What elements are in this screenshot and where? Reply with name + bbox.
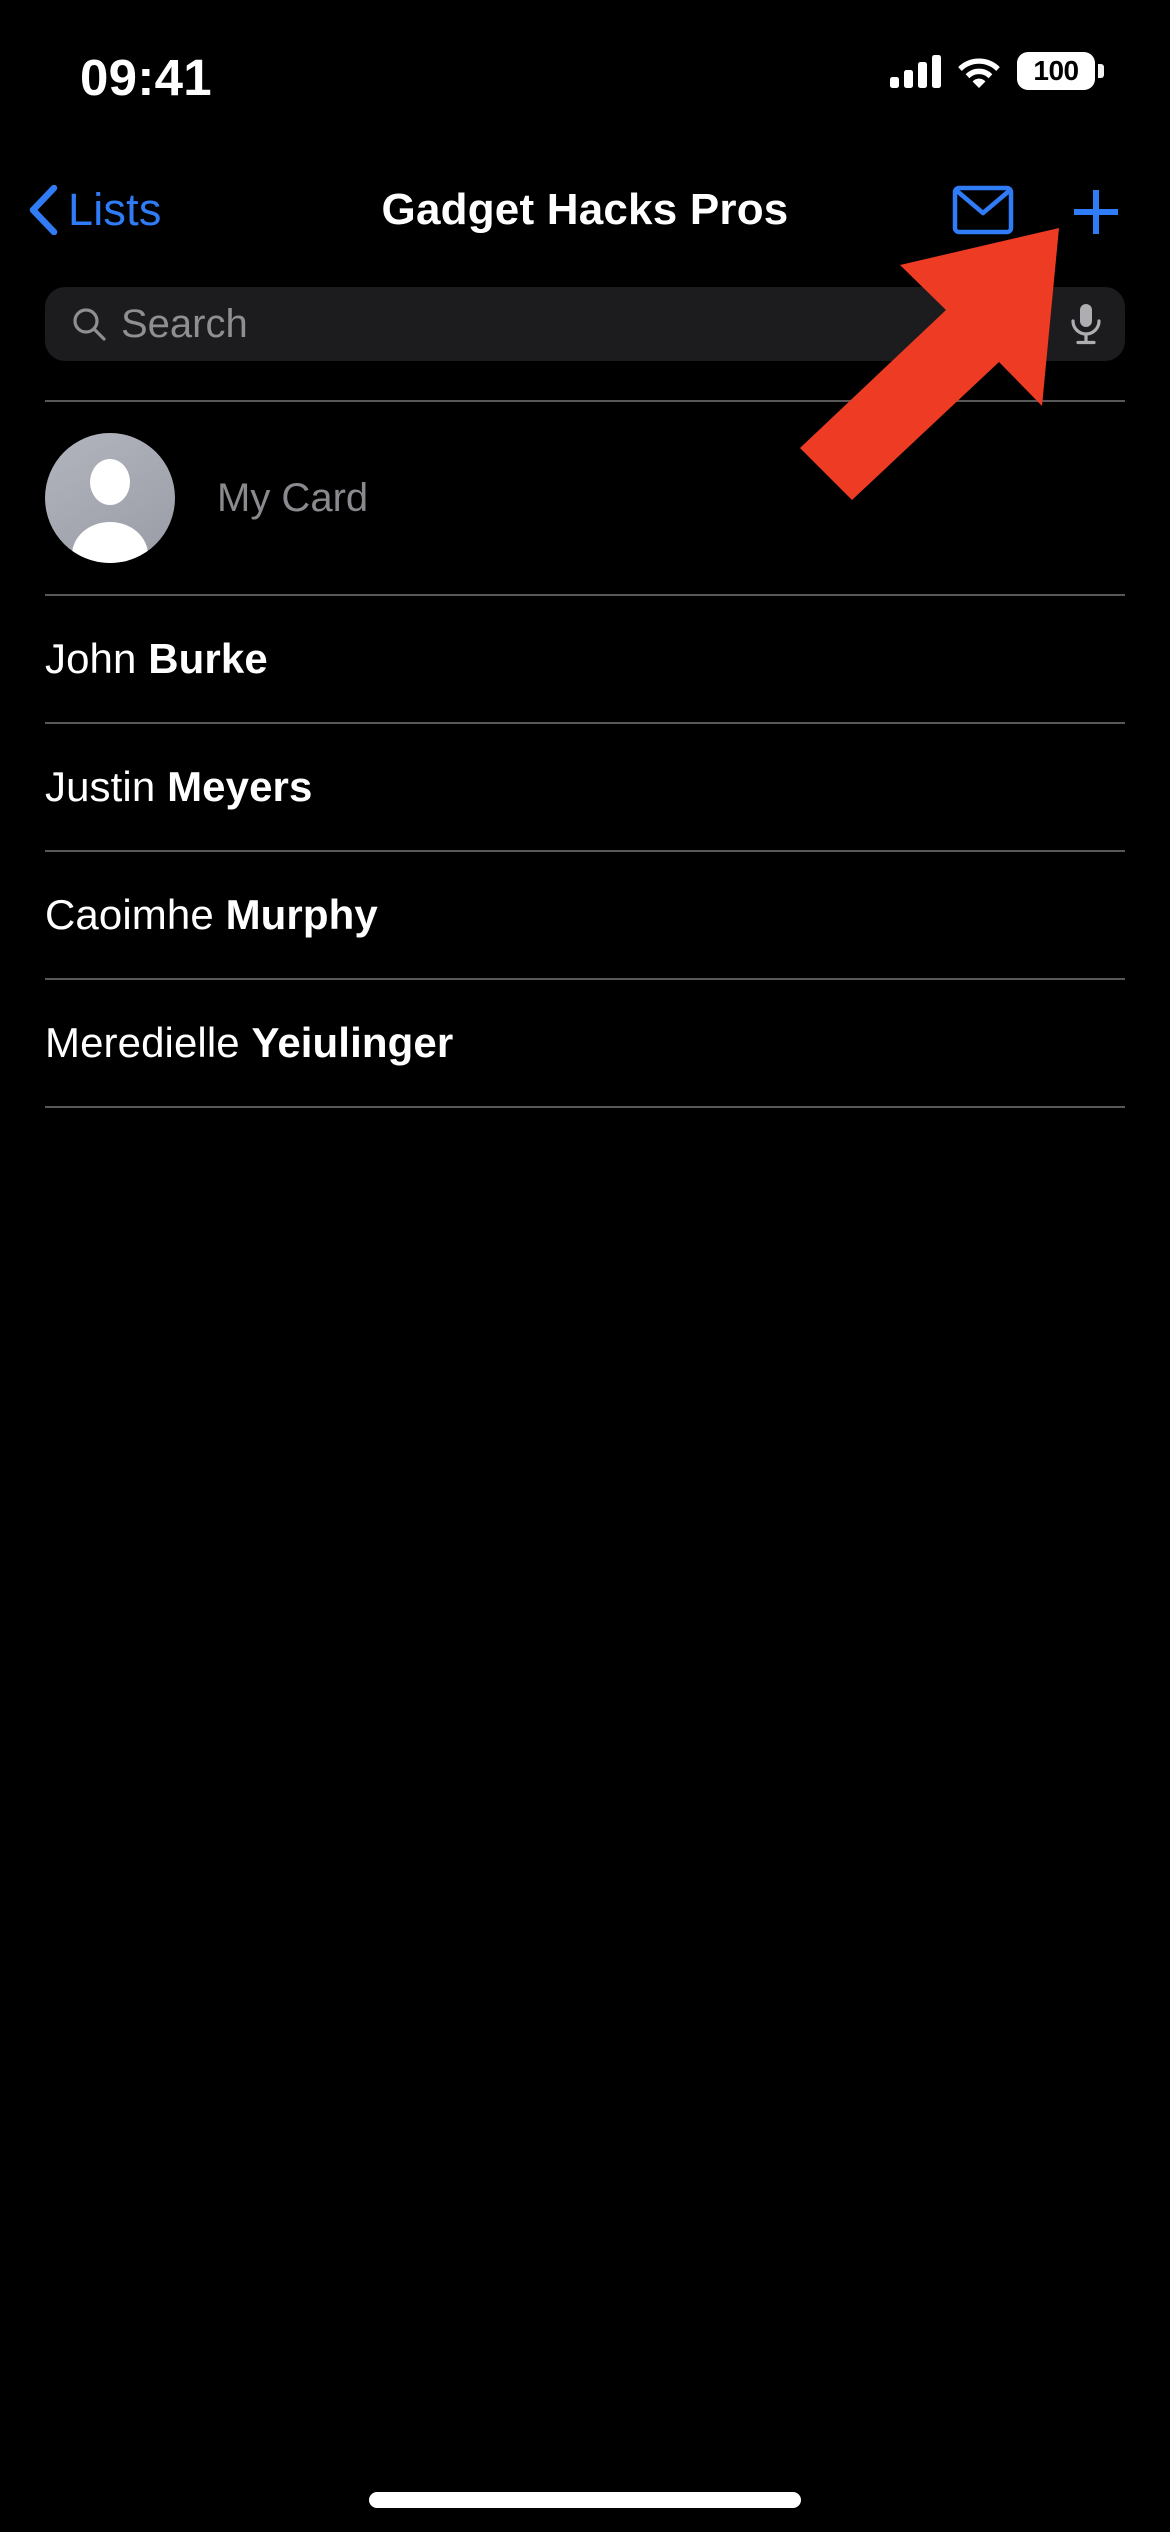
my-card-row[interactable]: My Card — [0, 402, 1170, 594]
annotation-arrow-to-add-button — [800, 228, 1059, 500]
microphone-icon[interactable] — [1069, 302, 1103, 346]
contact-last-name: Burke — [148, 635, 268, 682]
home-indicator[interactable] — [369, 2492, 801, 2508]
person-avatar-icon — [45, 433, 175, 563]
divider — [45, 1106, 1125, 1108]
contact-last-name: Meyers — [167, 763, 313, 810]
battery-icon: 100 — [1017, 52, 1104, 90]
search-input[interactable] — [121, 301, 1059, 347]
wifi-icon — [958, 58, 1000, 88]
search-bar[interactable] — [45, 287, 1125, 361]
cellular-bars-icon — [890, 54, 941, 88]
navigation-bar: Lists Gadget Hacks Pros — [0, 160, 1170, 260]
contact-first-name: John — [45, 635, 149, 682]
status-bar-indicators: 100 — [890, 52, 1104, 90]
contacts-list: My Card John Burke Justin Meyers Caoimhe… — [0, 400, 1170, 1108]
contact-row[interactable]: John Burke — [0, 596, 1170, 722]
contact-first-name: Meredielle — [45, 1019, 252, 1066]
magnifying-glass-icon — [73, 308, 106, 341]
contact-last-name: Yeiulinger — [251, 1019, 454, 1066]
contact-name: Caoimhe Murphy — [45, 891, 378, 939]
battery-level-label: 100 — [1033, 55, 1079, 86]
contact-first-name: Caoimhe — [45, 891, 226, 938]
contact-name: Justin Meyers — [45, 763, 312, 811]
contact-row[interactable]: Caoimhe Murphy — [0, 852, 1170, 978]
my-card-label: My Card — [217, 475, 369, 520]
contact-row[interactable]: Meredielle Yeiulinger — [0, 980, 1170, 1106]
plus-icon[interactable] — [1060, 184, 1132, 240]
envelope-icon[interactable] — [951, 182, 1015, 238]
status-bar: 09:41 100 — [0, 0, 1170, 160]
contact-name: John Burke — [45, 635, 268, 683]
contact-name: Meredielle Yeiulinger — [45, 1019, 453, 1067]
contact-row[interactable]: Justin Meyers — [0, 724, 1170, 850]
contact-last-name: Murphy — [225, 891, 378, 938]
contact-first-name: Justin — [45, 763, 168, 810]
status-bar-time: 09:41 — [80, 49, 212, 106]
